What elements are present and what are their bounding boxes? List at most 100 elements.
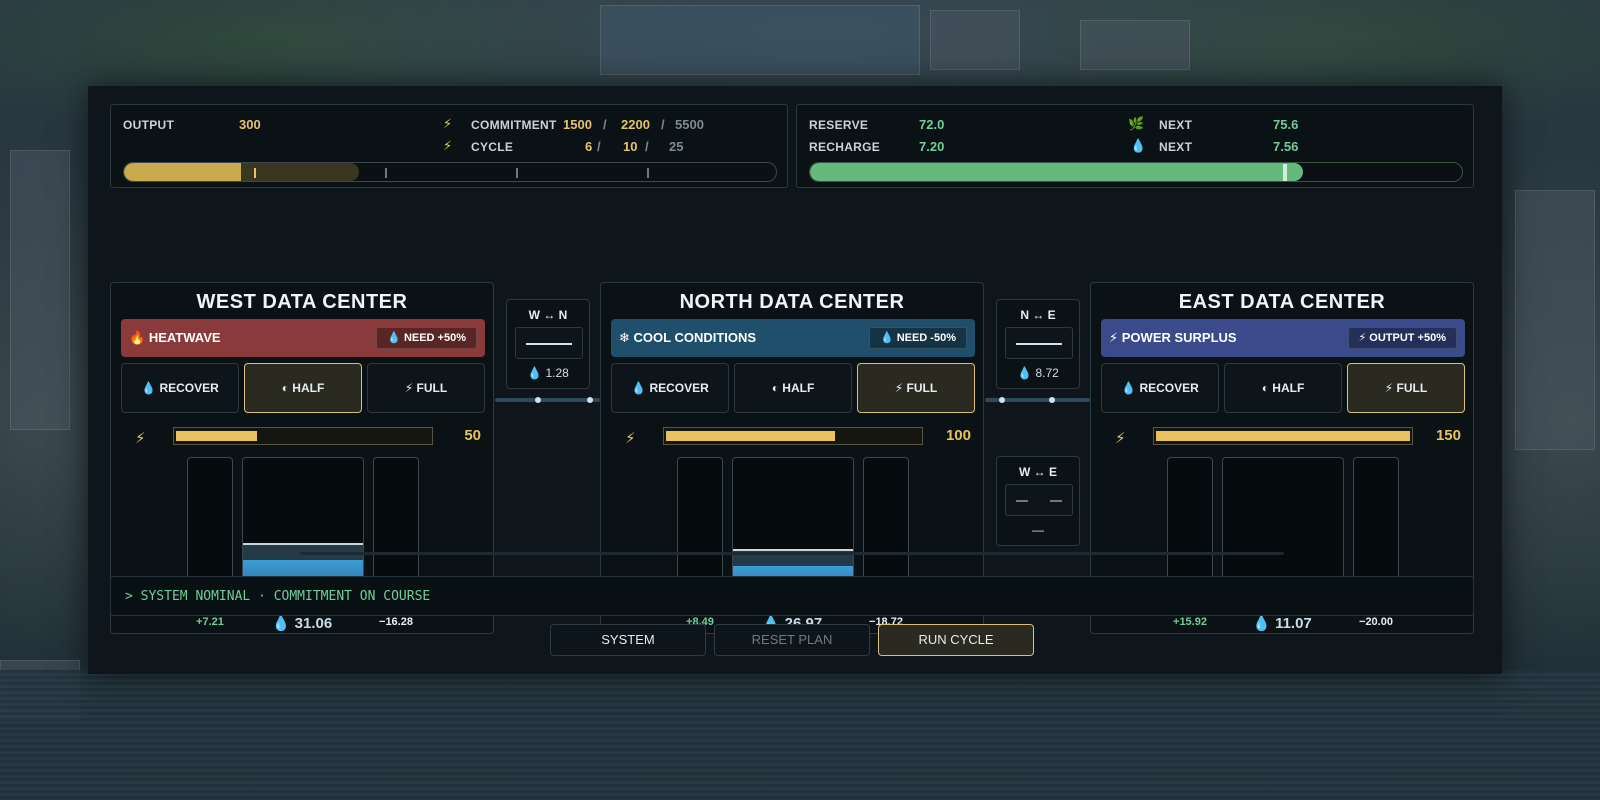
link-title: W ↔ N	[528, 308, 568, 322]
reserve-progress-fill	[810, 163, 1303, 181]
condition-name: COOL CONDITIONS	[633, 330, 757, 345]
link-value: 💧 1.28	[527, 366, 569, 380]
water-value: 💧 11.07	[1252, 615, 1312, 632]
recharge-next-value: 7.56	[1273, 139, 1299, 154]
power-level-fill	[1156, 431, 1410, 441]
background-building	[930, 10, 1020, 70]
reservoir-marker	[243, 542, 363, 545]
recharge-label: RECHARGE	[809, 140, 881, 154]
progress-tick	[516, 168, 518, 178]
power-level-bar	[173, 427, 433, 445]
condition-name: HEATWAVE	[148, 330, 221, 345]
condition-banner: ❄ COOL CONDITIONS 💧 NEED -50%	[611, 319, 975, 357]
leaf-icon: 🌿	[1128, 116, 1145, 131]
condition-banner: 🔥 HEATWAVE 💧 NEED +50%	[121, 319, 485, 357]
link-west-north[interactable]: W ↔ N 💧 1.28	[506, 299, 590, 389]
data-center-title: WEST DATA CENTER	[196, 291, 408, 313]
bolt-icon: ⚡	[443, 138, 453, 153]
connector-node	[587, 397, 593, 403]
reserve-label: RESERVE	[809, 118, 869, 132]
mode-full-button[interactable]: ⚡ FULL	[367, 363, 485, 413]
status-message: > SYSTEM NOMINAL · COMMITMENT ON COURSE	[125, 589, 431, 604]
control-panel: OUTPUT 300 ⚡ COMMITMENT 1500 / 2200 / 55…	[88, 86, 1502, 674]
connector-west-east	[300, 552, 1284, 555]
cycle-label: CYCLE	[471, 140, 514, 154]
output-progress-bar	[123, 162, 777, 182]
condition-name: POWER SURPLUS	[1121, 330, 1237, 345]
progress-tick	[254, 168, 256, 178]
reserve-next-label: NEXT	[1159, 118, 1193, 132]
cycle-target: 10	[623, 139, 638, 154]
cycle-max: 25	[669, 139, 684, 154]
mode-full-button[interactable]: ⚡ FULL	[857, 363, 975, 413]
bolt-icon: ⚡	[135, 430, 146, 447]
condition-effect-badge: 💧 NEED -50%	[868, 327, 967, 349]
commitment-sep: /	[661, 117, 665, 132]
droplet-icon: 💧	[1130, 138, 1147, 153]
power-value: 50	[464, 427, 481, 444]
progress-tick	[647, 168, 649, 178]
mode-recover-button[interactable]: 💧 RECOVER	[611, 363, 729, 413]
condition-effect-badge: 💧 NEED +50%	[376, 327, 477, 349]
condition-banner: ⚡ POWER SURPLUS ⚡ OUTPUT +50%	[1101, 319, 1465, 357]
system-button[interactable]: SYSTEM	[550, 624, 706, 656]
mode-half-button[interactable]: ◐ HALF	[244, 363, 362, 413]
power-value: 100	[945, 427, 971, 444]
link-flow-indicator	[515, 327, 583, 359]
recharge-value: 7.20	[919, 139, 945, 154]
water-value: 💧 31.06	[271, 615, 333, 632]
output-panel: OUTPUT 300 ⚡ COMMITMENT 1500 / 2200 / 55…	[110, 104, 788, 188]
cycle-sep: /	[645, 139, 649, 154]
output-value: 300	[239, 117, 261, 132]
commitment-label: COMMITMENT	[471, 118, 557, 132]
connector-node	[535, 397, 541, 403]
power-level-fill	[176, 431, 258, 441]
reservoir-marker	[733, 548, 853, 551]
link-value: 💧 8.72	[1017, 366, 1059, 380]
link-flow-indicator	[1005, 484, 1073, 516]
commitment-max: 5500	[675, 117, 704, 132]
condition-effect-badge: ⚡ OUTPUT +50%	[1347, 327, 1457, 349]
background-building	[600, 5, 920, 75]
commitment-target: 2200	[621, 117, 650, 132]
commitment-current: 1500	[563, 117, 592, 132]
power-value: 150	[1435, 427, 1461, 444]
cycle-sep: /	[597, 139, 601, 154]
connector-node	[999, 397, 1005, 403]
reserve-value: 72.0	[919, 117, 945, 132]
data-center-title: EAST DATA CENTER	[1178, 291, 1386, 313]
link-west-east[interactable]: W ↔ E —	[996, 456, 1080, 546]
commitment-sep: /	[603, 117, 607, 132]
mode-recover-button[interactable]: 💧 RECOVER	[121, 363, 239, 413]
bolt-icon: ⚡	[1115, 430, 1126, 447]
bolt-icon: ⚡	[443, 116, 453, 131]
background-water	[0, 670, 1600, 800]
output-label: OUTPUT	[123, 118, 175, 132]
output-progress-fill	[124, 163, 242, 181]
reset-plan-button[interactable]: RESET PLAN	[714, 624, 870, 656]
link-title: W ↔ E	[1019, 465, 1057, 479]
data-center-title: NORTH DATA CENTER	[679, 291, 905, 313]
mode-half-button[interactable]: ◐ HALF	[734, 363, 852, 413]
mode-half-button[interactable]: ◐ HALF	[1224, 363, 1342, 413]
snowflake-icon: ❄	[619, 330, 630, 345]
connector-node	[1049, 397, 1055, 403]
flame-icon: 🔥	[129, 330, 146, 345]
power-level-bar	[1153, 427, 1413, 445]
progress-tick	[385, 168, 387, 178]
mode-full-button[interactable]: ⚡ FULL	[1347, 363, 1465, 413]
connector-west-north	[495, 397, 600, 403]
mode-recover-button[interactable]: 💧 RECOVER	[1101, 363, 1219, 413]
reserve-panel: RESERVE 72.0 🌿 NEXT 75.6 RECHARGE 7.20 💧…	[796, 104, 1474, 188]
reserve-marker	[1282, 164, 1287, 181]
run-cycle-button[interactable]: RUN CYCLE	[878, 624, 1034, 656]
connector-north-east	[985, 397, 1090, 403]
reserve-next-value: 75.6	[1273, 117, 1299, 132]
bolt-icon: ⚡	[625, 430, 636, 447]
link-north-east[interactable]: N ↔ E 💧 8.72	[996, 299, 1080, 389]
background-building	[1080, 20, 1190, 70]
link-value: —	[1032, 523, 1044, 537]
background-building	[10, 150, 70, 430]
bolt-icon: ⚡	[1109, 330, 1119, 345]
cycle-current: 6	[585, 139, 593, 154]
